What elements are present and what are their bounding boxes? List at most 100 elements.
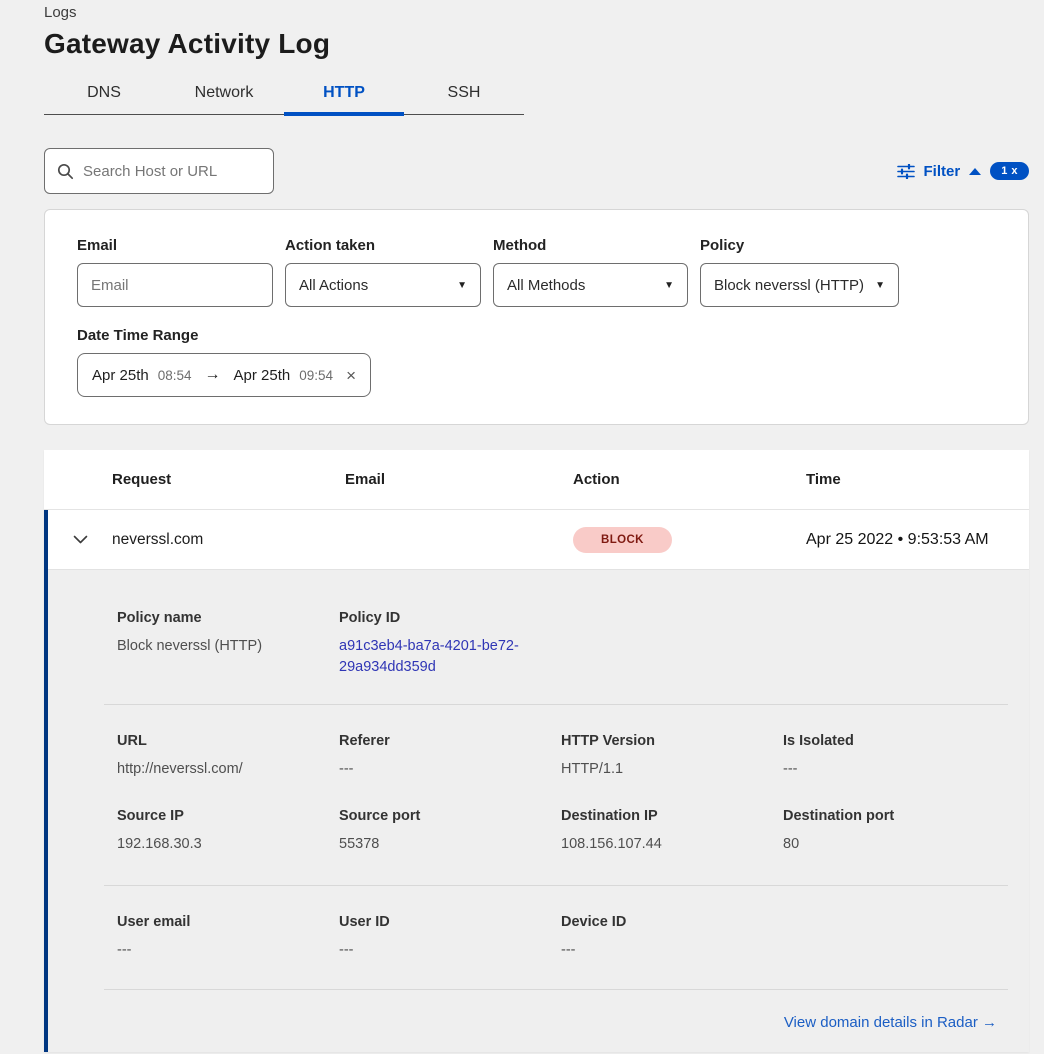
detail-source-port: Source port 55378 [339,808,561,855]
url-label: URL [117,733,339,749]
policy-label: Policy [700,237,899,254]
device-id-label: Device ID [561,914,783,930]
filter-panel: Email Action taken All Actions ▼ Method … [44,209,1029,425]
email-input[interactable] [77,263,273,307]
referer-value: --- [339,759,561,780]
method-select-value: All Methods [507,277,585,294]
row-action: BLOCK [573,527,806,553]
search-box[interactable] [44,148,274,194]
filter-field-email: Email [77,237,273,307]
column-header-request: Request [112,471,345,488]
search-icon [57,163,74,180]
column-header-email: Email [345,471,573,488]
daterange-end-date[interactable]: Apr 25th [234,367,291,384]
detail-url: URL http://neverssl.com/ [117,733,339,780]
log-detail-panel: Policy name Block neverssl (HTTP) Policy… [48,570,1029,1052]
user-id-value: --- [339,940,561,961]
arrow-right-icon: → [201,366,225,384]
chevron-down-icon: ▼ [875,280,885,291]
policy-select[interactable]: Block neverssl (HTTP) ▼ [700,263,899,307]
table-header-row: Request Email Action Time [44,450,1029,510]
row-request: neverssl.com [112,531,345,549]
section-divider [104,989,1008,990]
filter-field-action: Action taken All Actions ▼ [285,237,481,307]
policy-name-label: Policy name [117,610,339,626]
detail-destination-ip: Destination IP 108.156.107.44 [561,808,783,855]
chevron-down-icon: ▼ [664,280,674,291]
chevron-down-icon: ▼ [457,280,467,291]
detail-user-email: User email --- [117,914,339,961]
url-value: http://neverssl.com/ [117,759,339,780]
policy-select-value: Block neverssl (HTTP) [714,277,864,294]
table-row[interactable]: neverssl.com BLOCK Apr 25 2022 • 9:53:53… [48,510,1029,570]
detail-user-id: User ID --- [339,914,561,961]
detail-network-row: Source IP 192.168.30.3 Source port 55378… [48,808,1029,855]
detail-policy-row: Policy name Block neverssl (HTTP) Policy… [48,610,1029,678]
clear-daterange-icon[interactable]: × [346,367,356,384]
daterange-start-date[interactable]: Apr 25th [92,367,149,384]
daterange-picker[interactable]: Apr 25th 08:54 → Apr 25th 09:54 × [77,353,371,397]
tab-bar: DNS Network HTTP SSH [44,76,524,115]
chevron-down-icon[interactable] [73,535,88,544]
action-select[interactable]: All Actions ▼ [285,263,481,307]
filter-icon [897,164,915,179]
tab-ssh[interactable]: SSH [404,76,524,114]
policy-id-label: Policy ID [339,610,561,626]
daterange-end-time[interactable]: 09:54 [299,368,333,383]
tab-network[interactable]: Network [164,76,284,114]
section-divider [104,704,1008,705]
expanded-log-entry: neverssl.com BLOCK Apr 25 2022 • 9:53:53… [44,510,1029,1052]
search-input[interactable] [83,163,282,180]
detail-http-version: HTTP Version HTTP/1.1 [561,733,783,780]
daterange-label: Date Time Range [77,327,996,344]
radar-link-row: View domain details in Radar → [48,1014,1029,1031]
source-ip-label: Source IP [117,808,339,824]
source-port-label: Source port [339,808,561,824]
detail-policy-name: Policy name Block neverssl (HTTP) [117,610,339,678]
detail-is-isolated: Is Isolated --- [783,733,1005,780]
user-email-label: User email [117,914,339,930]
view-domain-radar-link[interactable]: View domain details in Radar → [784,1014,997,1031]
detail-destination-port: Destination port 80 [783,808,1005,855]
user-email-value: --- [117,940,339,961]
tab-dns[interactable]: DNS [44,76,164,114]
source-ip-value: 192.168.30.3 [117,834,339,855]
destination-port-value: 80 [783,834,1005,855]
section-divider [104,885,1008,886]
collapse-caret-icon[interactable] [969,168,981,175]
filter-count-badge[interactable]: 1 x [990,162,1029,180]
filter-field-policy: Policy Block neverssl (HTTP) ▼ [700,237,899,307]
detail-url-row: URL http://neverssl.com/ Referer --- HTT… [48,733,1029,780]
method-label: Method [493,237,688,254]
detail-referer: Referer --- [339,733,561,780]
policy-id-link[interactable]: a91c3eb4-ba7a-4201-be72-29a934dd359d [339,636,531,678]
column-header-action: Action [573,471,806,488]
tab-http[interactable]: HTTP [284,76,404,114]
is-isolated-value: --- [783,759,1005,780]
filter-toggle-button[interactable]: Filter [924,163,961,180]
user-id-label: User ID [339,914,561,930]
action-select-value: All Actions [299,277,368,294]
page-title: Gateway Activity Log [44,28,1029,60]
method-select[interactable]: All Methods ▼ [493,263,688,307]
is-isolated-label: Is Isolated [783,733,1005,749]
email-label: Email [77,237,273,254]
column-header-time: Time [806,471,1029,488]
filter-field-method: Method All Methods ▼ [493,237,688,307]
destination-ip-value: 108.156.107.44 [561,834,783,855]
filter-field-daterange: Date Time Range Apr 25th 08:54 → Apr 25t… [77,327,996,397]
daterange-start-time[interactable]: 08:54 [158,368,192,383]
toolbar: Filter 1 x [44,148,1029,194]
source-port-value: 55378 [339,834,561,855]
action-taken-label: Action taken [285,237,481,254]
referer-label: Referer [339,733,561,749]
policy-name-value: Block neverssl (HTTP) [117,636,339,657]
http-version-value: HTTP/1.1 [561,759,783,780]
detail-device-id: Device ID --- [561,914,783,961]
breadcrumb: Logs [44,0,1029,21]
detail-source-ip: Source IP 192.168.30.3 [117,808,339,855]
http-version-label: HTTP Version [561,733,783,749]
destination-ip-label: Destination IP [561,808,783,824]
activity-table: Request Email Action Time neverssl.com B… [44,450,1029,1052]
detail-policy-id: Policy ID a91c3eb4-ba7a-4201-be72-29a934… [339,610,561,678]
